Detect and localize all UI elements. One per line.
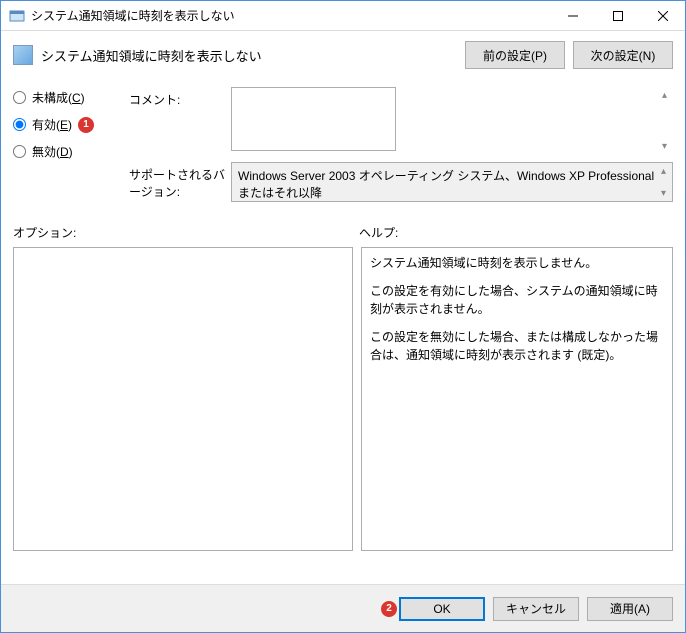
radio-not-configured-label: 未構成(C) (32, 89, 85, 106)
close-button[interactable] (640, 1, 685, 30)
radio-enabled-label: 有効(E) (32, 116, 72, 133)
cancel-button[interactable]: キャンセル (493, 597, 579, 621)
annotation-badge-1: 1 (78, 117, 94, 133)
comment-textarea[interactable] (231, 87, 396, 151)
ok-button-wrap: 2 OK (381, 597, 485, 621)
support-label: サポートされるバージョン: (129, 162, 231, 200)
radio-not-configured-input[interactable] (13, 91, 26, 104)
apply-button[interactable]: 適用(A) (587, 597, 673, 621)
policy-title: システム通知領域に時刻を表示しない (41, 46, 262, 65)
radio-group: 未構成(C) 有効(E) 1 無効(D) (13, 87, 129, 170)
options-panel (13, 247, 353, 551)
help-text: システム通知領域に時刻を表示しません。 (370, 254, 664, 272)
minimize-button[interactable] (550, 1, 595, 30)
annotation-badge-2: 2 (381, 601, 397, 617)
content-area: システム通知領域に時刻を表示しない 前の設定(P) 次の設定(N) 未構成(C)… (1, 31, 685, 584)
maximize-button[interactable] (595, 1, 640, 30)
nav-buttons: 前の設定(P) 次の設定(N) (465, 41, 673, 69)
radio-disabled-label: 無効(D) (32, 143, 73, 160)
support-text: Windows Server 2003 オペレーティング システム、Window… (238, 169, 654, 200)
scroll-down-icon[interactable]: ▾ (657, 139, 672, 153)
section-labels: オプション: ヘルプ: (13, 224, 673, 241)
radio-disabled-input[interactable] (13, 145, 26, 158)
scroll-up-icon[interactable]: ▴ (656, 164, 671, 178)
window-icon (9, 8, 25, 24)
comment-area: コメント: ▴ ▾ サポートされるバージョン: Windows Server 2… (129, 87, 673, 202)
radio-enabled[interactable]: 有効(E) 1 (13, 116, 129, 133)
radio-disabled[interactable]: 無効(D) (13, 143, 129, 160)
next-setting-button[interactable]: 次の設定(N) (573, 41, 673, 69)
panels: システム通知領域に時刻を表示しません。 この設定を有効にした場合、システムの通知… (13, 247, 673, 551)
config-row: 未構成(C) 有効(E) 1 無効(D) コメント: ▴ ▾ (13, 87, 673, 202)
radio-enabled-input[interactable] (13, 118, 26, 131)
scroll-up-icon[interactable]: ▴ (657, 88, 672, 102)
options-label: オプション: (13, 224, 359, 241)
help-text: この設定を有効にした場合、システムの通知領域に時刻が表示されません。 (370, 282, 664, 318)
titlebar: システム通知領域に時刻を表示しない (1, 1, 685, 31)
help-panel: システム通知領域に時刻を表示しません。 この設定を有効にした場合、システムの通知… (361, 247, 673, 551)
window-title: システム通知領域に時刻を表示しない (31, 7, 550, 24)
policy-icon (13, 45, 33, 65)
dialog-footer: 2 OK キャンセル 適用(A) (1, 584, 685, 632)
help-label: ヘルプ: (359, 224, 398, 241)
support-row: サポートされるバージョン: Windows Server 2003 オペレーティ… (129, 162, 673, 202)
ok-button[interactable]: OK (399, 597, 485, 621)
scroll-down-icon[interactable]: ▾ (656, 186, 671, 200)
radio-not-configured[interactable]: 未構成(C) (13, 89, 129, 106)
header-row: システム通知領域に時刻を表示しない 前の設定(P) 次の設定(N) (13, 41, 673, 69)
previous-setting-button[interactable]: 前の設定(P) (465, 41, 565, 69)
support-textbox: Windows Server 2003 オペレーティング システム、Window… (231, 162, 673, 202)
comment-row: コメント: ▴ ▾ (129, 87, 673, 154)
help-text: この設定を無効にした場合、または構成しなかった場合は、通知領域に時刻が表示されま… (370, 328, 664, 364)
comment-label: コメント: (129, 87, 231, 108)
